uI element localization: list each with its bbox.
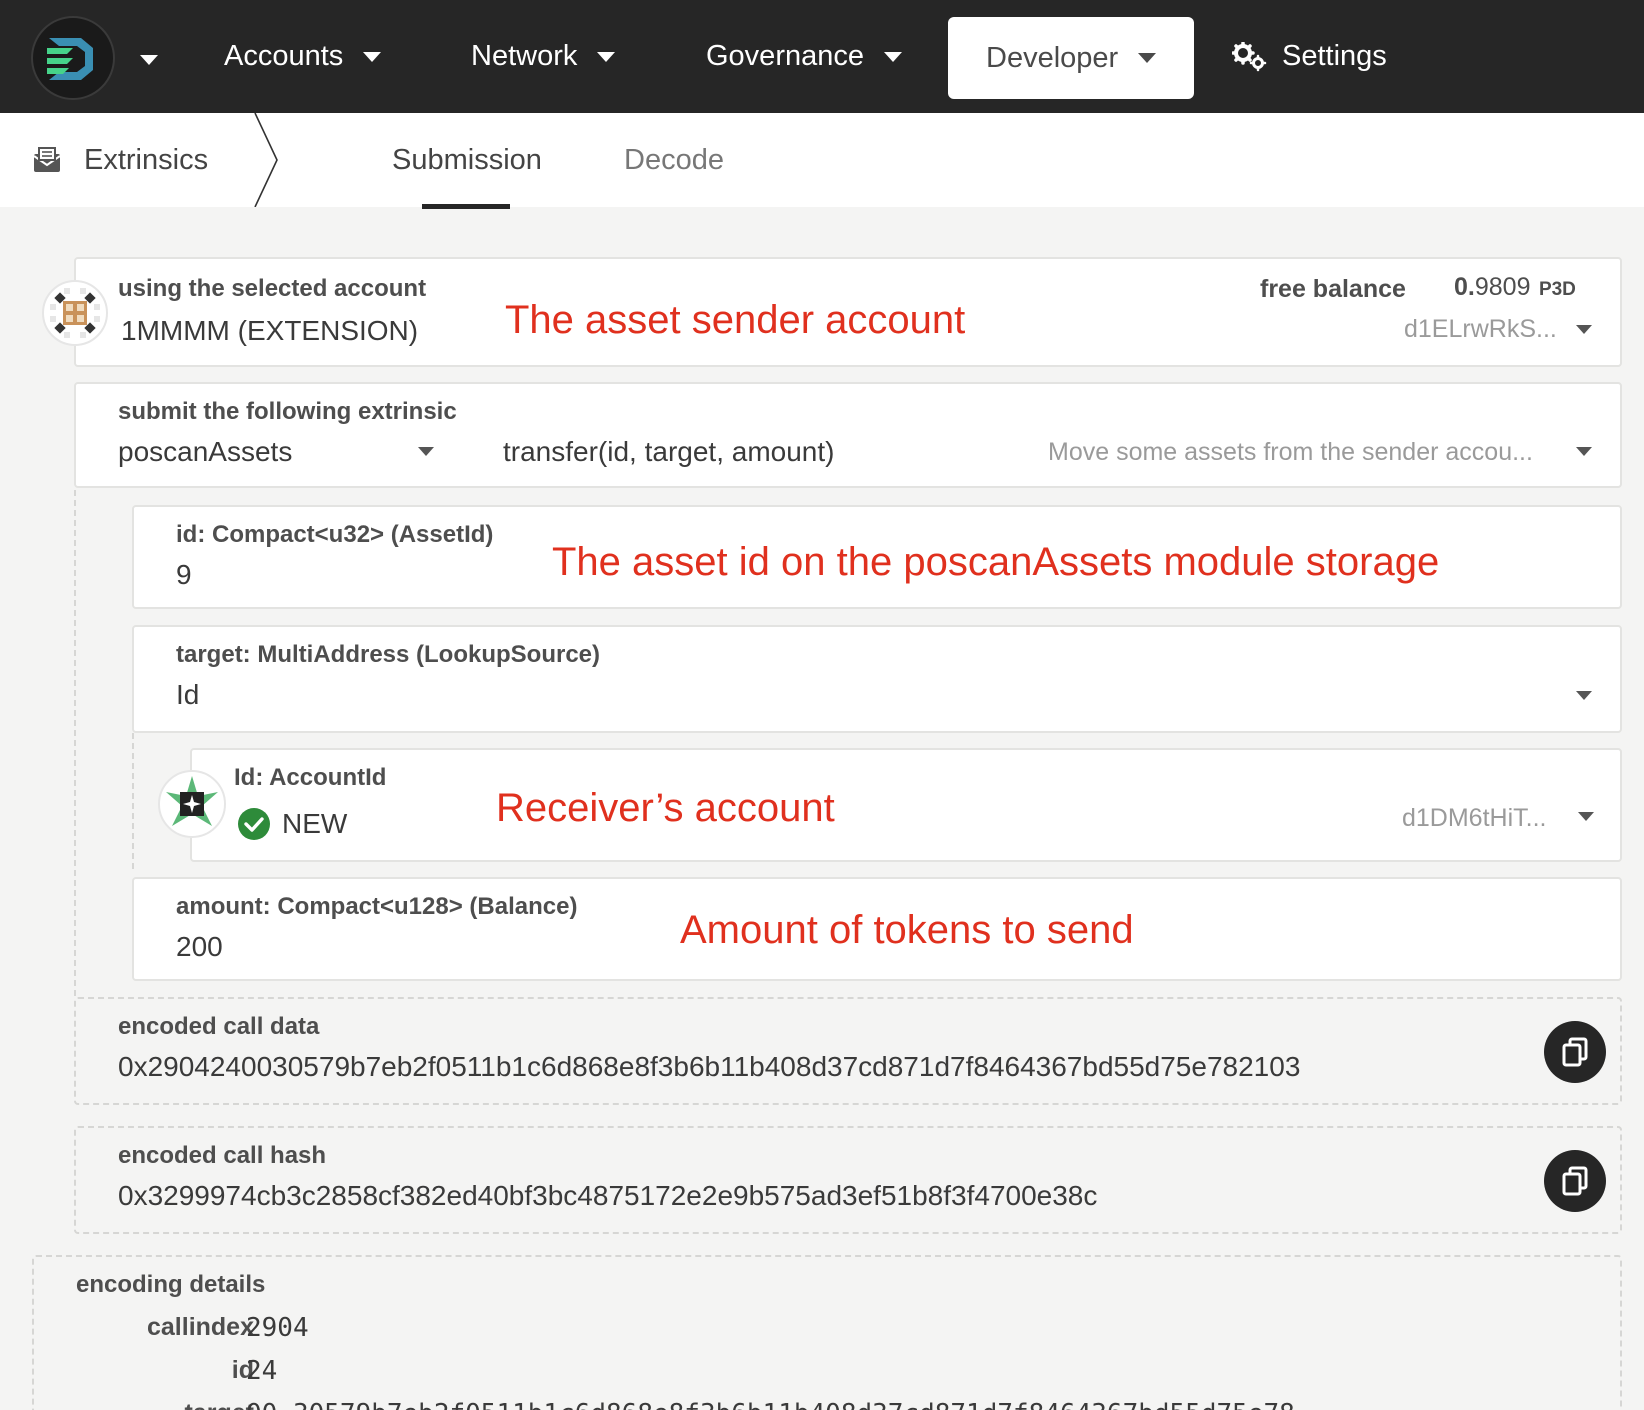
nav-settings-label: Settings: [1282, 40, 1387, 72]
tab-decode-label: Decode: [624, 143, 724, 176]
param-id-input[interactable]: 9: [176, 559, 192, 591]
app-logo-icon[interactable]: [31, 16, 115, 100]
nav-network-label: Network: [471, 40, 578, 72]
param-account-id-label: Id: AccountId: [234, 764, 387, 791]
chevron-down-icon: [363, 51, 382, 62]
param-amount-label: amount: Compact<u128> (Balance): [176, 893, 578, 920]
annotation-sender: The asset sender account: [505, 298, 966, 342]
tab-submission-label: Submission: [392, 143, 542, 176]
nav-governance[interactable]: Governance: [706, 0, 902, 113]
chevron-down-icon[interactable]: [1576, 325, 1592, 334]
nav-settings[interactable]: Settings: [1232, 0, 1387, 113]
copy-icon: [1562, 1166, 1588, 1196]
chevron-down-icon[interactable]: [1576, 447, 1592, 456]
breadcrumb-separator-icon: [254, 113, 278, 207]
nav-developer-label: Developer: [986, 41, 1119, 74]
copy-call-hash-button[interactable]: [1544, 1150, 1606, 1212]
section-title: Extrinsics: [84, 143, 209, 176]
account-label: using the selected account: [118, 275, 427, 302]
chevron-down-icon[interactable]: [418, 447, 434, 456]
param-nesting-line: [74, 490, 76, 996]
free-balance-value: 0.9809 P3D: [1454, 273, 1576, 302]
method-select[interactable]: transfer(id, target, amount): [503, 436, 834, 468]
param-target[interactable]: target: MultiAddress (LookupSource) Id: [132, 625, 1622, 733]
nav-governance-label: Governance: [706, 40, 864, 72]
encoded-call-hash-value: 0x3299974cb3c2858cf382ed40bf3bc4875172e2…: [118, 1180, 1098, 1211]
chevron-down-icon: [884, 51, 902, 62]
copy-icon: [1562, 1037, 1588, 1067]
balance-integer: 0.: [1454, 273, 1475, 301]
balance-decimal: 9809: [1474, 273, 1531, 301]
encoded-call-hash-label: encoded call hash: [118, 1142, 327, 1169]
param-target-label: target: MultiAddress (LookupSource): [176, 641, 601, 668]
check-circle-icon: [238, 808, 270, 840]
tab-decode[interactable]: Decode: [624, 113, 724, 207]
receiver-address: d1DM6tHiT...: [1402, 804, 1547, 832]
detail-value-callindex: 2904: [246, 1313, 309, 1343]
chevron-down-icon: [597, 51, 616, 62]
receiver-identicon: [158, 770, 226, 838]
annotation-asset-id: The asset id on the poscanAssets module …: [552, 540, 1440, 584]
account-address: d1ELrwRkS...: [1404, 315, 1557, 343]
chevron-down-icon: [1138, 53, 1157, 63]
nav-accounts-label: Accounts: [224, 40, 344, 72]
copy-call-data-button[interactable]: [1544, 1021, 1606, 1083]
chevron-down-icon[interactable]: [1576, 691, 1592, 700]
chain-selector-chevron-down-icon[interactable]: [140, 55, 158, 65]
encoding-details-label: encoding details: [76, 1271, 266, 1298]
gears-icon: [1232, 41, 1268, 72]
annotation-amount: Amount of tokens to send: [680, 908, 1134, 952]
detail-key-id: id: [231, 1356, 254, 1384]
param-nesting-line: [132, 733, 134, 869]
encoded-call-data-panel: encoded call data 0x2904240030579b7eb2f0…: [74, 997, 1622, 1105]
chevron-down-icon[interactable]: [1578, 812, 1594, 821]
receiver-account-name: NEW: [282, 808, 348, 839]
extrinsic-selector: submit the following extrinsic poscanAss…: [74, 382, 1622, 488]
detail-key-target: target: [74, 1399, 254, 1410]
section-extrinsics[interactable]: Extrinsics: [32, 113, 208, 207]
detail-value-id: 24: [246, 1356, 278, 1386]
param-account-id[interactable]: Id: AccountId NEW d1DM6tHiT...: [190, 748, 1622, 862]
module-select[interactable]: poscanAssets: [118, 436, 292, 468]
detail-value-target: 00 30579b7eb2f0511b1c6d868e8f3b6b11b408d…: [246, 1399, 1295, 1410]
encoded-call-data-label: encoded call data: [118, 1013, 320, 1040]
encoded-call-hash-panel: encoded call hash 0x3299974cb3c2858cf382…: [74, 1126, 1622, 1234]
encoded-call-data-value: 0x2904240030579b7eb2f0511b1c6d868e8f3b6b…: [118, 1051, 1301, 1082]
nav-network[interactable]: Network: [471, 0, 616, 113]
param-target-select[interactable]: Id: [176, 679, 199, 711]
detail-key-callindex: callindex: [147, 1313, 254, 1341]
active-tab-indicator: [422, 204, 510, 209]
free-balance-label: free balance: [1260, 275, 1406, 303]
param-amount-input[interactable]: 200: [176, 931, 223, 963]
encoding-details-panel: encoding details callindex 2904 id 24 ta…: [32, 1255, 1622, 1410]
param-id-label: id: Compact<u32> (AssetId): [176, 521, 494, 548]
sub-tabbar: Extrinsics Submission Decode: [0, 113, 1644, 207]
balance-unit: P3D: [1538, 279, 1576, 300]
nav-developer[interactable]: Developer: [948, 17, 1194, 99]
envelope-icon: [32, 146, 62, 174]
tab-submission[interactable]: Submission: [392, 113, 542, 207]
nav-accounts[interactable]: Accounts: [224, 0, 382, 113]
method-description: Move some assets from the sender accou..…: [1048, 438, 1533, 466]
annotation-receiver: Receiver’s account: [496, 786, 835, 830]
account-name: 1MMMM (EXTENSION): [121, 315, 419, 346]
top-navbar: Accounts Network Governance Developer Se…: [0, 0, 1644, 113]
extrinsic-label: submit the following extrinsic: [118, 398, 457, 425]
account-identicon: [42, 280, 108, 346]
